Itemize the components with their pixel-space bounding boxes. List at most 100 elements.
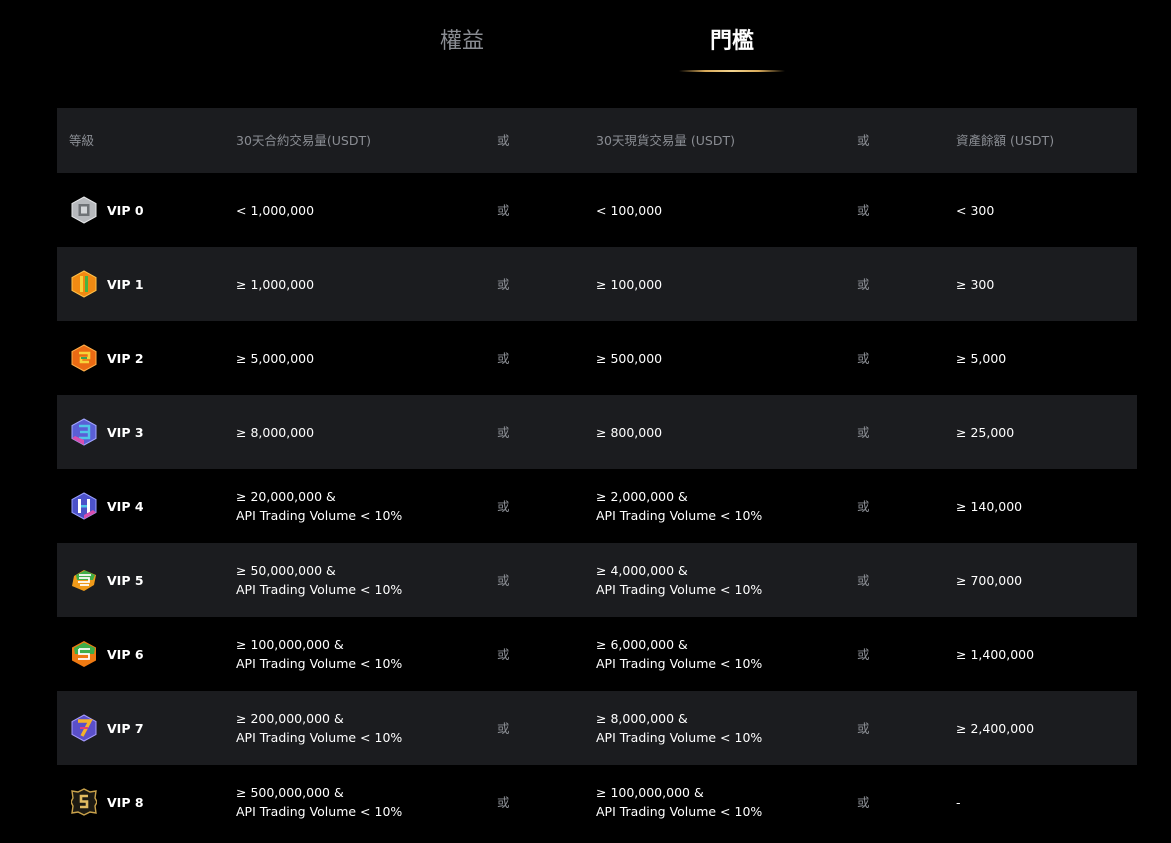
level-cell: VIP 1	[69, 247, 229, 321]
header-or-2: 或	[857, 133, 870, 148]
or-label-1: 或	[497, 646, 510, 662]
asset-balance-cell: ≥ 1,400,000	[956, 646, 1035, 662]
level-wrap: VIP 2	[69, 344, 144, 372]
or-label-1: 或	[497, 276, 510, 292]
futures-volume-cell: ≥ 100,000,000 & API Trading Volume < 10%	[236, 617, 486, 691]
level-name: VIP 2	[107, 350, 144, 366]
level-wrap: VIP 0	[69, 196, 144, 224]
futures-volume-cell: ≥ 500,000,000 & API Trading Volume < 10%	[236, 765, 486, 839]
header-or-1: 或	[497, 133, 510, 148]
futures-volume-line: ≥ 5,000,000	[236, 350, 315, 366]
level-cell: VIP 4	[69, 469, 229, 543]
spot-volume-text: ≥ 6,000,000 & API Trading Volume < 10%	[596, 635, 762, 673]
spot-volume-text: ≥ 4,000,000 & API Trading Volume < 10%	[596, 561, 762, 599]
level-name: VIP 5	[107, 572, 144, 588]
futures-volume-cell: ≥ 50,000,000 & API Trading Volume < 10%	[236, 543, 486, 617]
tab-thresholds[interactable]: 門檻	[688, 27, 776, 57]
header-asset-balance: 資產餘額 (USDT)	[956, 133, 1055, 148]
futures-volume-line: < 1,000,000	[236, 202, 315, 218]
vip1-badge-icon	[71, 270, 97, 298]
vip4-badge-icon	[71, 492, 97, 520]
header-spot-volume: 30天現貨交易量 (USDT)	[596, 133, 735, 148]
futures-volume-text: ≥ 5,000,000	[236, 349, 314, 368]
or-label-1: 或	[497, 720, 510, 736]
table-row: VIP 2 ≥ 5,000,000 或 ≥ 500,000 或 ≥ 5,000	[57, 321, 1137, 395]
futures-volume-line: ≥ 500,000,000 &	[236, 785, 344, 800]
futures-volume-line: ≥ 20,000,000 &	[236, 489, 336, 504]
header-futures-volume: 30天合約交易量(USDT)	[236, 133, 372, 148]
spot-volume-line: API Trading Volume < 10%	[596, 804, 763, 819]
level-name: VIP 0	[107, 202, 144, 218]
or-label-1: 或	[497, 424, 510, 440]
asset-balance-cell: ≥ 2,400,000	[956, 720, 1035, 736]
asset-balance-cell: ≥ 25,000	[956, 424, 1015, 440]
spot-volume-line: API Trading Volume < 10%	[596, 508, 763, 523]
table-row: VIP 4 ≥ 20,000,000 & API Trading Volume <…	[57, 469, 1137, 543]
futures-volume-text: ≥ 200,000,000 & API Trading Volume < 10%	[236, 709, 402, 747]
spot-volume-line: < 100,000	[596, 202, 663, 218]
vip5-badge-icon	[72, 570, 96, 591]
spot-volume-line: ≥ 100,000,000 &	[596, 785, 704, 800]
table-row: VIP 5 ≥ 50,000,000 & API Trading Volume <…	[57, 543, 1137, 617]
spot-volume-line: API Trading Volume < 10%	[596, 656, 763, 671]
or-label-2: 或	[857, 202, 870, 218]
level-cell: VIP 8	[69, 765, 229, 839]
futures-volume-text: ≥ 8,000,000	[236, 423, 314, 442]
vip2-badge-icon	[71, 344, 97, 372]
table-row: VIP 7 ≥ 200,000,000 & API Trading Volume …	[57, 691, 1137, 765]
futures-volume-line: ≥ 8,000,000	[236, 424, 315, 440]
spot-volume-line: ≥ 2,000,000 &	[596, 489, 688, 504]
level-wrap: VIP 5	[69, 566, 144, 594]
table-row: VIP 0 < 1,000,000 或 < 100,000 或 < 300	[57, 173, 1137, 247]
futures-volume-line: ≥ 50,000,000 &	[236, 563, 336, 578]
spot-volume-cell: ≥ 100,000,000 & API Trading Volume < 10%	[596, 765, 846, 839]
tab-benefits[interactable]: 權益	[420, 27, 504, 57]
spot-volume-cell: < 100,000	[596, 173, 846, 247]
futures-volume-line: API Trading Volume < 10%	[236, 508, 403, 523]
level-cell: VIP 3	[69, 395, 229, 469]
level-cell: VIP 5	[69, 543, 229, 617]
or-label-2: 或	[857, 794, 870, 810]
level-wrap: VIP 3	[69, 418, 144, 446]
spot-volume-cell: ≥ 8,000,000 & API Trading Volume < 10%	[596, 691, 846, 765]
spot-volume-line: ≥ 8,000,000 &	[596, 711, 688, 726]
or-label-2: 或	[857, 646, 870, 662]
spot-volume-text: ≥ 100,000	[596, 275, 662, 294]
or-label-2: 或	[857, 572, 870, 588]
vip7-badge-icon	[71, 714, 97, 742]
futures-volume-text: < 1,000,000	[236, 201, 314, 220]
spot-volume-cell: ≥ 100,000	[596, 247, 846, 321]
spot-volume-cell: ≥ 6,000,000 & API Trading Volume < 10%	[596, 617, 846, 691]
spot-volume-text: ≥ 500,000	[596, 349, 662, 368]
or-label-2: 或	[857, 498, 870, 514]
futures-volume-line: API Trading Volume < 10%	[236, 804, 403, 819]
futures-volume-text: ≥ 50,000,000 & API Trading Volume < 10%	[236, 561, 402, 599]
level-cell: VIP 0	[69, 173, 229, 247]
header-level: 等級	[69, 133, 95, 148]
spot-volume-line: ≥ 4,000,000 &	[596, 563, 688, 578]
asset-balance-cell: < 300	[956, 202, 995, 218]
futures-volume-line: API Trading Volume < 10%	[236, 582, 403, 597]
spot-volume-line: API Trading Volume < 10%	[596, 582, 763, 597]
asset-balance-cell: ≥ 300	[956, 276, 995, 292]
level-name: VIP 3	[107, 424, 144, 440]
spot-volume-line: ≥ 100,000	[596, 276, 663, 292]
futures-volume-cell: ≥ 20,000,000 & API Trading Volume < 10%	[236, 469, 486, 543]
tab-bar: 權益 門檻	[0, 0, 1171, 80]
active-tab-indicator	[679, 70, 785, 72]
level-cell: VIP 2	[69, 321, 229, 395]
spot-volume-cell: ≥ 800,000	[596, 395, 846, 469]
futures-volume-text: ≥ 500,000,000 & API Trading Volume < 10%	[236, 783, 402, 821]
spot-volume-text: ≥ 8,000,000 & API Trading Volume < 10%	[596, 709, 762, 747]
level-wrap: VIP 8	[69, 788, 144, 816]
vip6-badge-icon	[72, 641, 96, 667]
table-row: VIP 8 ≥ 500,000,000 & API Trading Volume …	[57, 765, 1137, 839]
asset-balance-cell: ≥ 5,000	[956, 350, 1007, 366]
or-label-1: 或	[497, 572, 510, 588]
level-cell: VIP 6	[69, 617, 229, 691]
asset-balance-cell: -	[956, 794, 961, 810]
or-label-2: 或	[857, 276, 870, 292]
spot-volume-cell: ≥ 4,000,000 & API Trading Volume < 10%	[596, 543, 846, 617]
level-name: VIP 8	[107, 794, 144, 810]
futures-volume-line: API Trading Volume < 10%	[236, 730, 403, 745]
